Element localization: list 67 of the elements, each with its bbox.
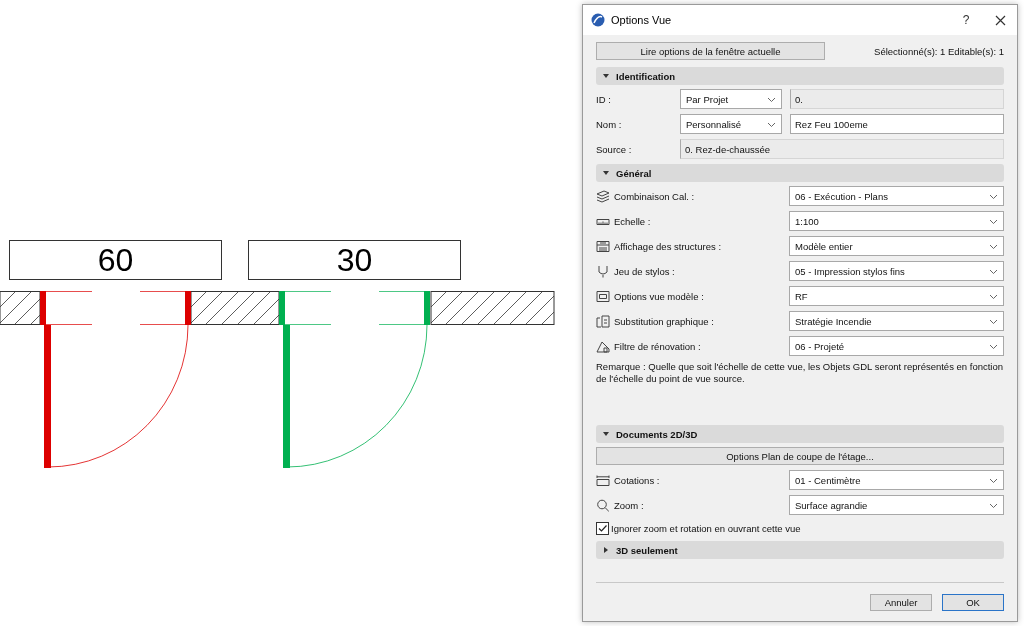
- chevron-down-icon: [989, 294, 998, 300]
- dropdown[interactable]: 05 - Impression stylos fins: [789, 261, 1004, 281]
- close-icon: [994, 14, 1006, 26]
- section-header[interactable]: Documents 2D/3D: [596, 425, 1004, 443]
- chevron-down-icon: [989, 478, 998, 484]
- chevron-down-icon: [989, 244, 998, 250]
- field-label: Filtre de rénovation :: [614, 340, 702, 352]
- window-title: Options Vue: [611, 14, 673, 26]
- app-logo-icon: [591, 13, 605, 27]
- dropdown[interactable]: Stratégie Incendie: [789, 311, 1004, 331]
- chevron-down-icon: [767, 97, 776, 103]
- chevron-down-icon: [989, 194, 998, 200]
- dropdown[interactable]: Par Projet: [680, 89, 782, 109]
- ok-button[interactable]: OK: [942, 594, 1004, 611]
- field-label: Echelle :: [614, 215, 652, 227]
- field-label: Jeu de stylos :: [614, 265, 676, 277]
- field-label: Affichage des structures :: [614, 240, 723, 252]
- cancel-button[interactable]: Annuler: [870, 594, 932, 611]
- dropdown[interactable]: 1:100: [789, 211, 1004, 231]
- checkbox[interactable]: [596, 521, 609, 535]
- door-label: 30: [248, 240, 461, 280]
- text-field[interactable]: 0.: [790, 89, 1004, 109]
- dimension-icon: [596, 473, 610, 487]
- section-header[interactable]: Identification: [596, 67, 1004, 85]
- document-icon: [596, 314, 610, 328]
- dropdown[interactable]: 06 - Exécution - Plans: [789, 186, 1004, 206]
- dropdown[interactable]: 06 - Projeté: [789, 336, 1004, 356]
- dropdown[interactable]: RF: [789, 286, 1004, 306]
- field-label: Nom :: [596, 118, 623, 130]
- dropdown[interactable]: Personnalisé: [680, 114, 782, 134]
- floor-plan-options-button[interactable]: Options Plan de coupe de l'étage...: [596, 447, 1004, 465]
- layers-icon: [596, 189, 610, 203]
- text-field[interactable]: Rez Feu 100eme: [790, 114, 1004, 134]
- section-header[interactable]: Général: [596, 164, 1004, 182]
- chevron-down-icon: [989, 319, 998, 325]
- read-options-button[interactable]: Lire options de la fenêtre actuelle: [596, 42, 825, 60]
- monitor-icon: [596, 289, 610, 303]
- field-label: Combinaison Cal. :: [614, 190, 696, 202]
- grid-icon: [596, 239, 610, 253]
- text-field[interactable]: 0. Rez-de-chaussée: [680, 139, 1004, 159]
- door-label: 60: [9, 240, 222, 280]
- field-label: Substitution graphique :: [614, 315, 715, 327]
- chevron-down-icon: [989, 503, 998, 509]
- field-label: Options vue modèle :: [614, 290, 705, 302]
- chevron-down-icon: [989, 269, 998, 275]
- field-label: Zoom :: [614, 499, 645, 511]
- wall-drawing: [0, 291, 41, 325]
- selection-info: Sélectionné(s): 1 Editable(s): 1: [874, 45, 1004, 57]
- section-header[interactable]: 3D seulement: [596, 541, 1004, 559]
- checkbox-label: Ignorer zoom et rotation en ouvrant cette vue: [611, 522, 801, 534]
- help-button[interactable]: ?: [949, 5, 983, 35]
- field-label: ID :: [596, 93, 612, 105]
- dropdown[interactable]: Surface agrandie: [789, 495, 1004, 515]
- chevron-down-icon: [989, 344, 998, 350]
- dropdown[interactable]: Modèle entier: [789, 236, 1004, 256]
- caret-right-icon: [602, 546, 610, 554]
- field-label: Source :: [596, 143, 633, 155]
- caret-down-icon: [602, 72, 610, 80]
- chevron-down-icon: [989, 219, 998, 225]
- pen-icon: [596, 264, 610, 278]
- search-icon: [596, 498, 610, 512]
- note-text: Remarque : Quelle que soit l'échelle de cette vue, les Objets GDL seront représentés en fonction de l'échelle du point de vue source.: [596, 361, 1004, 385]
- caret-down-icon: [602, 169, 610, 177]
- chevron-down-icon: [767, 122, 776, 128]
- dropdown[interactable]: 01 - Centimètre: [789, 470, 1004, 490]
- caret-down-icon: [602, 430, 610, 438]
- field-label: Cotations :: [614, 474, 661, 486]
